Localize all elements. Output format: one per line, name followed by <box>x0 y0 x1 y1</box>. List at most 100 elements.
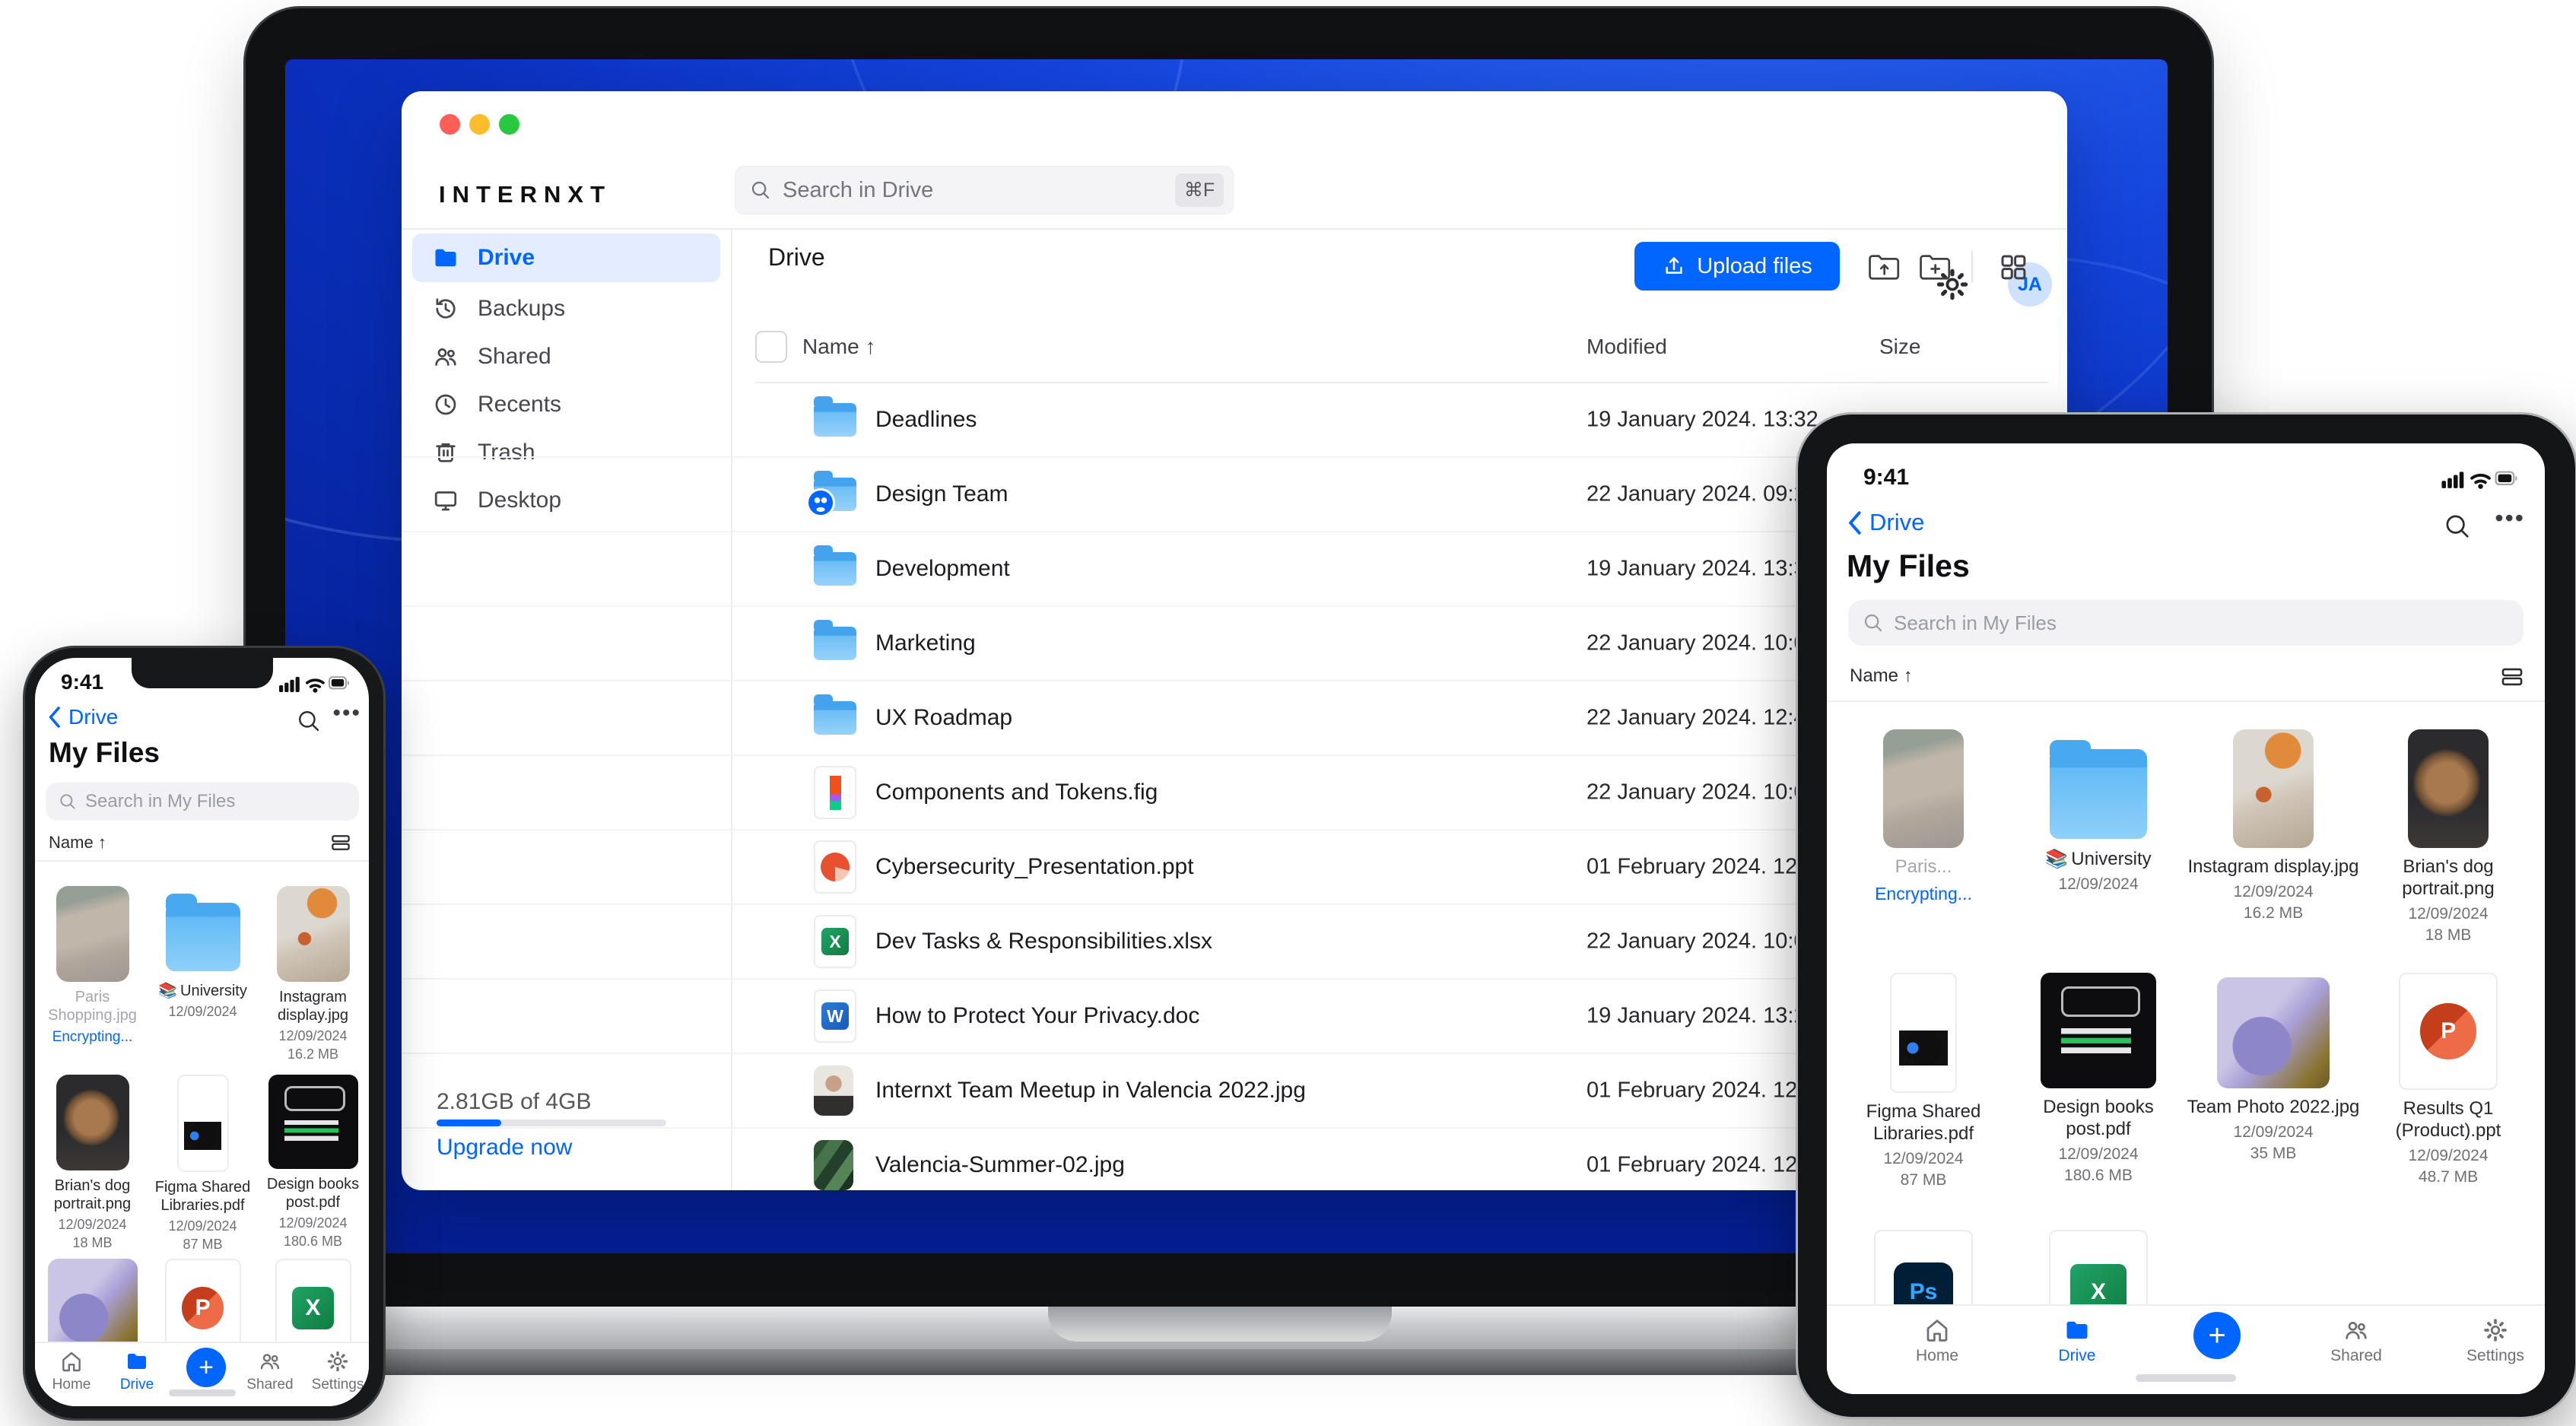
select-all-checkbox[interactable] <box>755 331 787 363</box>
file-thumbnail <box>47 1259 138 1355</box>
file-thumbnail <box>56 886 129 982</box>
file-status: Encrypting... <box>1875 884 1972 904</box>
file-grid: Paris Shopping.jpg Encrypting... 📚 Univer… <box>37 886 369 1364</box>
file-modified-date: 01 February 2024. 12:33 <box>1587 1078 1828 1103</box>
file-thumbnail <box>268 1075 358 1169</box>
status-time: 9:41 <box>61 670 104 694</box>
add-button[interactable]: + <box>2193 1312 2241 1359</box>
file-name: Valencia-Summer-02.jpg <box>875 1152 1125 1177</box>
search-input[interactable]: Search in Drive ⌘F <box>735 166 1234 214</box>
folder-emoji-icon: 📚 <box>158 983 178 999</box>
file-card[interactable]: Figma Shared Libraries.pdf 12/09/2024 87… <box>1836 973 2011 1230</box>
column-header-size[interactable]: Size <box>1879 335 1920 359</box>
folder-icon <box>128 1354 146 1369</box>
file-card[interactable]: 📚 University 12/09/2024 <box>2011 729 2186 973</box>
users-icon <box>2346 1322 2367 1339</box>
file-card[interactable]: 📚 University 12/09/2024 <box>148 886 258 1075</box>
add-button[interactable]: + <box>186 1348 226 1387</box>
minimize-window-button[interactable] <box>469 114 490 135</box>
file-card[interactable]: Paris Shopping.jpg Encrypting... <box>37 886 148 1075</box>
upload-files-button[interactable]: Upload files <box>1634 242 1840 291</box>
tab-shared[interactable]: Shared <box>2314 1316 2398 1365</box>
tab-settings[interactable]: Settings <box>303 1349 369 1393</box>
chevron-left-icon <box>49 707 60 728</box>
search-input[interactable]: Search in My Files <box>1848 600 2524 646</box>
laptop-base-notch <box>1048 1307 1392 1342</box>
home-icon <box>1926 1320 1948 1342</box>
home-indicator[interactable] <box>168 1389 236 1396</box>
search-icon[interactable] <box>2443 512 2472 541</box>
file-card[interactable]: Results Q1 (Product).ppt 12/09/2024 48.7… <box>2361 973 2536 1230</box>
upload-folder-icon[interactable] <box>1868 252 1901 281</box>
sidebar-item-shared[interactable]: Shared <box>412 332 720 381</box>
file-size: 35 MB <box>2250 1145 2297 1162</box>
search-input[interactable]: Search in My Files <box>46 783 359 821</box>
sidebar-item-backups[interactable]: Backups <box>412 284 720 333</box>
back-button[interactable]: Drive <box>46 705 118 729</box>
file-name: Paris Shopping.jpg <box>48 989 137 1024</box>
column-header-name[interactable]: Name ↑ <box>802 335 875 359</box>
file-date: 12/09/2024 <box>278 1215 348 1231</box>
file-modified-date: 01 February 2024. 12:33 <box>1587 1152 1828 1177</box>
file-card[interactable]: Design books post.pdf 12/09/2024 180.6 M… <box>258 1075 368 1259</box>
file-size: 87 MB <box>183 1237 223 1252</box>
zoom-window-button[interactable] <box>499 114 519 135</box>
tab-home[interactable]: Home <box>37 1349 106 1393</box>
more-menu-icon[interactable]: ••• <box>2495 504 2525 532</box>
tab-settings[interactable]: Settings <box>2454 1316 2537 1365</box>
tablet-frame: 9:41 Drive ••• My Files Search in My Fil… <box>1796 412 2576 1419</box>
file-card[interactable]: Design books post.pdf 12/09/2024 180.6 M… <box>2011 973 2186 1230</box>
file-date: 12/09/2024 <box>168 1004 237 1019</box>
file-name: Design Team <box>875 481 1008 507</box>
file-date: 12/09/2024 <box>2408 1147 2489 1164</box>
more-menu-icon[interactable]: ••• <box>332 700 361 726</box>
page-title: My Files <box>1847 548 1970 583</box>
file-card[interactable]: Team Photo 2022.jpg 12/09/2024 35 MB <box>2186 973 2361 1230</box>
grid-view-icon[interactable] <box>1997 251 2029 283</box>
sidebar-item-drive[interactable]: Drive <box>412 233 720 282</box>
status-time: 9:41 <box>1863 465 1910 490</box>
sort-control[interactable]: Name ↑ <box>49 833 106 853</box>
search-shortcut-badge: ⌘F <box>1175 173 1224 207</box>
file-card[interactable]: Instagram display.jpg 12/09/2024 16.2 MB <box>258 886 368 1075</box>
tab-drive[interactable]: Drive <box>2035 1316 2119 1365</box>
file-name: Figma Shared Libraries.pdf <box>154 1179 251 1214</box>
file-modified-date: 19 January 2024. 13:32 <box>1587 407 1818 432</box>
file-card[interactable]: Paris... Encrypting... <box>1836 729 2011 973</box>
file-thumbnail <box>56 1075 129 1170</box>
close-window-button[interactable] <box>440 114 460 135</box>
search-icon[interactable] <box>296 708 322 734</box>
tab-home[interactable]: Home <box>1895 1316 1979 1365</box>
file-name: Paris... <box>1895 856 1952 877</box>
new-folder-icon[interactable] <box>1919 252 1952 281</box>
divider <box>35 860 369 862</box>
tab-drive[interactable]: Drive <box>103 1349 171 1393</box>
file-thumbnail <box>1883 729 1964 848</box>
file-icon <box>814 840 856 894</box>
list-view-icon[interactable] <box>2499 664 2525 690</box>
file-card[interactable]: Brian's dog portrait.png 12/09/2024 18 M… <box>2361 729 2536 973</box>
file-size: 87 MB <box>1900 1171 1947 1189</box>
upload-button-label: Upload files <box>1697 253 1812 278</box>
page-title: Drive <box>768 243 825 271</box>
file-card[interactable]: Figma Shared Libraries.pdf 12/09/2024 87… <box>148 1075 258 1259</box>
file-date: 12/09/2024 <box>1883 1150 1964 1167</box>
shared-badge-icon <box>806 488 835 517</box>
file-icon <box>814 915 856 968</box>
file-icon <box>814 1140 853 1190</box>
sort-control[interactable]: Name ↑ <box>1850 665 1913 687</box>
file-icon <box>814 766 856 819</box>
list-view-icon[interactable] <box>329 831 352 854</box>
home-indicator[interactable] <box>2136 1374 2236 1382</box>
file-name: Instagram display.jpg <box>277 989 349 1024</box>
file-date: 12/09/2024 <box>2058 1145 2139 1163</box>
tab-shared[interactable]: Shared <box>236 1349 304 1393</box>
file-name: Internxt Team Meetup in Valencia 2022.jp… <box>875 1078 1306 1103</box>
file-card[interactable]: Instagram display.jpg 12/09/2024 16.2 MB <box>2186 729 2361 973</box>
file-name: 📚 University <box>2045 849 2152 869</box>
back-button[interactable]: Drive <box>1845 509 1924 536</box>
column-header-modified[interactable]: Modified <box>1587 335 1667 359</box>
file-size: 48.7 MB <box>2418 1168 2479 1186</box>
file-card[interactable]: Brian's dog portrait.png 12/09/2024 18 M… <box>37 1075 148 1259</box>
file-date: 12/09/2024 <box>168 1218 237 1234</box>
